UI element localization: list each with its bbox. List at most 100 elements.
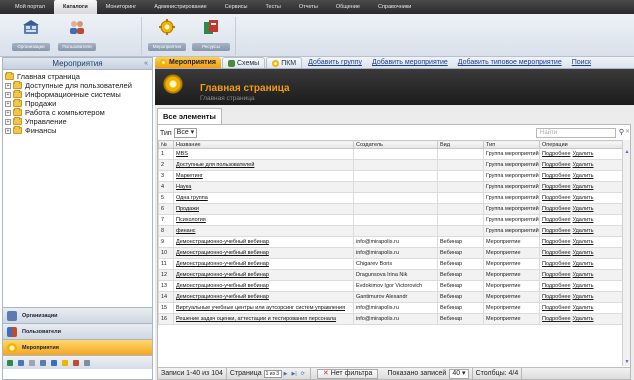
- details-link[interactable]: Подробнее: [542, 217, 571, 223]
- tab-all-items[interactable]: Все элементы: [157, 108, 222, 124]
- column-header-creator[interactable]: Создатель: [353, 140, 438, 149]
- menu-services[interactable]: Сервисы: [216, 0, 257, 14]
- cell-name-link[interactable]: Демонстрационно-учебный вебинар: [173, 247, 354, 259]
- table-row[interactable]: 9 Демонстрационно-учебный вебинар info@m…: [158, 236, 623, 248]
- column-header-type[interactable]: Тип: [483, 140, 540, 149]
- column-header-num[interactable]: №: [158, 140, 174, 149]
- last-page-icon[interactable]: ▶|: [291, 368, 296, 380]
- add-group-link[interactable]: Добавить группу: [303, 57, 367, 68]
- folder-icon[interactable]: [40, 359, 46, 366]
- no-filter-button[interactable]: ✕ Нет фильтра: [316, 368, 379, 379]
- expand-icon[interactable]: +: [5, 100, 11, 107]
- delete-link[interactable]: Удалить: [573, 184, 594, 190]
- details-link[interactable]: Подробнее: [542, 261, 571, 267]
- type-filter-select[interactable]: Все ▾: [173, 128, 198, 138]
- table-row[interactable]: 15 Виртуальные учебные центры или аутсор…: [158, 302, 623, 314]
- details-link[interactable]: Подробнее: [542, 283, 571, 289]
- toolbar-events-button[interactable]: Мероприятия: [146, 17, 188, 55]
- details-link[interactable]: Подробнее: [542, 151, 571, 157]
- cell-name-link[interactable]: Одна группа: [173, 192, 354, 204]
- menu-tests[interactable]: Тесты: [256, 0, 289, 14]
- delete-link[interactable]: Удалить: [573, 250, 594, 256]
- breadcrumb[interactable]: Главная страница: [200, 95, 255, 102]
- expand-icon[interactable]: +: [5, 127, 11, 134]
- add-event-link[interactable]: Добавить мероприятие: [367, 57, 453, 68]
- tree-item-computer[interactable]: + Работа с компьютером: [5, 108, 150, 117]
- details-link[interactable]: Подробнее: [542, 272, 571, 278]
- menu-monitoring[interactable]: Мониторинг: [97, 0, 146, 14]
- table-row[interactable]: 14 Демонстрационно-учебный вебинар Ganti…: [158, 291, 623, 303]
- details-link[interactable]: Подробнее: [542, 228, 571, 234]
- cell-name-link[interactable]: Демонстрационно-учебный вебинар: [173, 258, 354, 270]
- table-row[interactable]: 11 Демонстрационно-учебный вебинар Chiga…: [158, 258, 623, 270]
- delete-link[interactable]: Удалить: [573, 206, 594, 212]
- column-header-name[interactable]: Название: [173, 140, 354, 149]
- tree-item-home[interactable]: Главная страница: [5, 72, 150, 81]
- details-link[interactable]: Подробнее: [542, 250, 571, 256]
- tab-schemes[interactable]: Схемы: [221, 57, 266, 68]
- check-icon[interactable]: [7, 359, 13, 366]
- cell-name-link[interactable]: Продажи: [173, 203, 354, 215]
- refresh-icon[interactable]: ⟳: [301, 368, 305, 380]
- table-row[interactable]: 10 Демонстрационно-учебный вебинар info@…: [158, 247, 623, 259]
- delete-link[interactable]: Удалить: [573, 151, 594, 157]
- column-header-operations[interactable]: Операции: [539, 140, 623, 149]
- delete-link[interactable]: Удалить: [573, 294, 594, 300]
- details-link[interactable]: Подробнее: [542, 206, 571, 212]
- users-icon[interactable]: [51, 359, 57, 366]
- page-size-select[interactable]: 40 ▾: [449, 368, 469, 379]
- cell-name-link[interactable]: Виртуальные учебные центры или аутсорсин…: [173, 302, 354, 314]
- table-row[interactable]: 2 Доступные для пользователей Группа мер…: [158, 159, 623, 171]
- table-row[interactable]: 12 Демонстрационно-учебный вебинар Dragu…: [158, 269, 623, 281]
- table-row[interactable]: 13 Демонстрационно-учебный вебинар Evdok…: [158, 280, 623, 292]
- table-row[interactable]: 1 MBS Группа мероприятий Подробнее Удалит…: [158, 148, 623, 160]
- table-row[interactable]: 6 Продажи Группа мероприятий Подробнее Уд…: [158, 203, 623, 215]
- tab-events[interactable]: Мероприятия: [155, 57, 221, 68]
- search-input[interactable]: Найти: [536, 128, 616, 138]
- accordion-users[interactable]: Пользователи: [3, 323, 152, 339]
- delete-link[interactable]: Удалить: [573, 272, 594, 278]
- menu-catalogs[interactable]: Каталоги: [54, 0, 97, 14]
- menu-reports[interactable]: Отчеты: [290, 0, 327, 14]
- delete-link[interactable]: Удалить: [573, 228, 594, 234]
- scroll-down-icon[interactable]: ▼: [623, 358, 631, 366]
- delete-link[interactable]: Удалить: [573, 261, 594, 267]
- next-page-icon[interactable]: ▶: [284, 368, 288, 380]
- toolbar-organizations-button[interactable]: Организации: [10, 17, 52, 55]
- cell-name-link[interactable]: Решение задач оценки, аттестации и тести…: [173, 313, 354, 325]
- cell-name-link[interactable]: финанс: [173, 225, 354, 237]
- tree-item-available[interactable]: + Доступные для пользователей: [5, 81, 150, 90]
- tree-item-sales[interactable]: + Продажи: [5, 99, 150, 108]
- details-link[interactable]: Подробнее: [542, 239, 571, 245]
- delete-link[interactable]: Удалить: [573, 173, 594, 179]
- details-link[interactable]: Подробнее: [542, 162, 571, 168]
- clear-icon[interactable]: ✕: [625, 128, 630, 135]
- table-row[interactable]: 3 Маркетинг Группа мероприятий Подробнее…: [158, 170, 623, 182]
- refresh-icon[interactable]: [29, 359, 35, 366]
- expand-icon[interactable]: +: [5, 82, 11, 89]
- tree-item-info-systems[interactable]: + Информационные системы: [5, 90, 150, 99]
- menu-my-portal[interactable]: Мой портал: [6, 0, 54, 14]
- menu-directories[interactable]: Справочники: [369, 0, 420, 14]
- delete-link[interactable]: Удалить: [573, 239, 594, 245]
- cell-name-link[interactable]: Психология: [173, 214, 354, 226]
- cell-name-link[interactable]: Демонстрационно-учебный вебинар: [173, 269, 354, 281]
- table-row[interactable]: 8 финанс Группа мероприятий Подробнее Уда…: [158, 225, 623, 237]
- cell-name-link[interactable]: Доступные для пользователей: [173, 159, 354, 171]
- delete-link[interactable]: Удалить: [573, 195, 594, 201]
- tree-item-management[interactable]: + Управление: [5, 117, 150, 126]
- scroll-up-icon[interactable]: ▲: [623, 148, 631, 156]
- cell-name-link[interactable]: Наука: [173, 181, 354, 193]
- details-link[interactable]: Подробнее: [542, 184, 571, 190]
- delete-link[interactable]: Удалить: [573, 162, 594, 168]
- accordion-events[interactable]: Мероприятия: [3, 339, 152, 355]
- page-input[interactable]: 1 из 3: [263, 369, 282, 378]
- arrow-icon[interactable]: [18, 359, 24, 366]
- table-row[interactable]: 7 Психология Группа мероприятий Подробне…: [158, 214, 623, 226]
- details-link[interactable]: Подробнее: [542, 173, 571, 179]
- expand-icon[interactable]: +: [5, 91, 11, 98]
- cell-name-link[interactable]: MBS: [173, 148, 354, 160]
- search-icon[interactable]: ⚲: [619, 128, 624, 136]
- details-link[interactable]: Подробнее: [542, 305, 571, 311]
- table-row[interactable]: 5 Одна группа Группа мероприятий Подробн…: [158, 192, 623, 204]
